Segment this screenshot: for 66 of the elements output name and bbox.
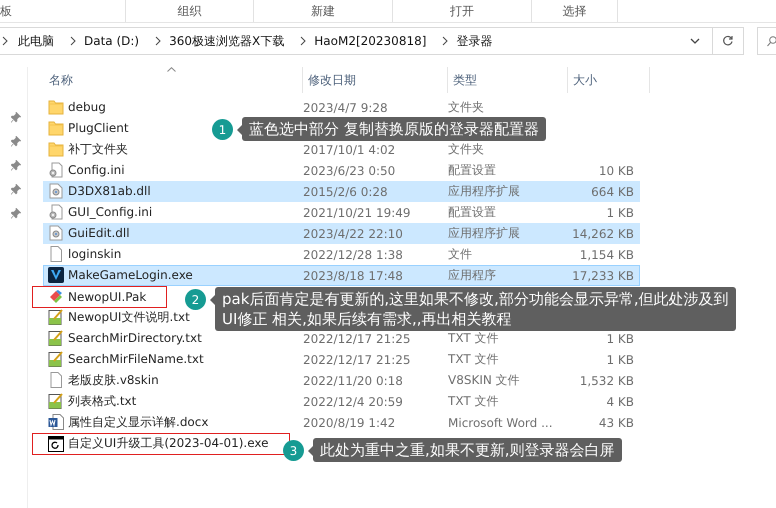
file-type: TXT 文件 xyxy=(448,394,498,408)
file-name: 补丁文件夹 xyxy=(68,140,128,158)
ribbon-group-label: 选择 xyxy=(562,2,586,20)
callout-text: pak后面肯定是有更新的,这里如果不修改,部分功能会显示异常,但此处涉及到 xyxy=(222,289,729,309)
file-name: 属性自定义显示详解.docx xyxy=(68,414,208,431)
modified-date: 2022/12/17 21:25 xyxy=(303,352,411,366)
modified-date: 2020/8/19 1:42 xyxy=(303,416,396,430)
step-number-badge: 2 xyxy=(185,289,206,310)
file-type: 配置设置 xyxy=(448,163,496,177)
step-number-badge: 3 xyxy=(283,440,304,461)
step-number-badge: 1 xyxy=(212,119,233,140)
file-type: 文件夹 xyxy=(448,100,484,114)
file-size: 14,262 KB xyxy=(572,226,634,240)
file-size: 17,233 KB xyxy=(572,268,634,282)
file-size: 664 KB xyxy=(591,184,634,198)
ribbon-group-label: 组织 xyxy=(178,2,202,20)
file-type: Microsoft Word ... xyxy=(448,416,553,430)
ribbon-group-label: 打开 xyxy=(450,2,474,20)
file-size: 1 KB xyxy=(606,352,634,366)
file-type: TXT 文件 xyxy=(448,331,498,345)
file-type: 应用程序扩展 xyxy=(448,226,520,240)
file-name: Config.ini xyxy=(68,163,125,178)
file-type: 文件夹 xyxy=(448,142,484,156)
file-size: 1,154 KB xyxy=(580,248,634,262)
modified-date: 2022/12/4 20:59 xyxy=(303,394,403,408)
file-type: 应用程序 xyxy=(448,268,496,282)
file-name: D3DX81ab.dll xyxy=(68,184,151,198)
file-name: SearchMirFileName.txt xyxy=(68,352,204,366)
file-name: 列表格式.txt xyxy=(68,392,136,410)
file-name: MakeGameLogin.exe xyxy=(68,268,193,282)
modified-date: 2023/4/7 9:28 xyxy=(303,100,388,114)
callout-text: 此处为重中之重,如果不更新,则登录器会白屏 xyxy=(320,440,615,460)
file-size: 1 KB xyxy=(606,332,634,346)
file-name: SearchMirDirectory.txt xyxy=(68,331,202,346)
file-name: 老版皮肤.v8skin xyxy=(68,372,159,389)
modified-date: 2017/10/1 4:02 xyxy=(303,142,396,156)
file-name: debug xyxy=(68,100,106,114)
file-size: 10 KB xyxy=(598,164,634,178)
modified-date: 2021/10/21 19:49 xyxy=(303,206,411,220)
file-name: GuiEdit.dll xyxy=(68,226,130,240)
file-name: NewopUI文件说明.txt xyxy=(68,308,190,326)
modified-date: 2022/12/17 21:25 xyxy=(303,332,411,346)
file-type: 配置设置 xyxy=(448,205,496,219)
modified-date: 2023/8/18 17:48 xyxy=(303,268,403,282)
ribbon-group-label: 板 xyxy=(0,2,12,20)
file-size: 4 KB xyxy=(606,394,634,408)
file-name: PlugClient xyxy=(68,121,129,136)
file-name: GUI_Config.ini xyxy=(68,205,152,220)
file-type: TXT 文件 xyxy=(448,352,498,366)
modified-date: 2023/4/22 22:10 xyxy=(303,226,403,240)
file-size: 1 KB xyxy=(606,206,634,220)
file-size: 43 KB xyxy=(598,416,634,430)
modified-date: 2023/6/23 0:50 xyxy=(303,164,396,178)
callout-text: UI修正 相关,如果后续有需求,,再出相关教程 xyxy=(222,309,512,329)
modified-date: 2022/11/20 0:18 xyxy=(303,374,403,388)
file-type: 文件 xyxy=(448,247,472,261)
file-type: 应用程序扩展 xyxy=(448,184,520,198)
modified-date: 2022/12/28 1:38 xyxy=(303,248,403,262)
modified-date: 2015/2/6 0:28 xyxy=(303,184,388,198)
file-name: 自定义UI升级工具(2023-04-01).exe xyxy=(68,435,269,452)
file-size: 1,532 KB xyxy=(580,374,634,388)
ribbon-group-label: 新建 xyxy=(311,2,335,20)
file-name: loginskin xyxy=(68,247,122,262)
callout-text: 蓝色选中部分 复制替换原版的登录器配置器 xyxy=(249,119,539,139)
file-name: NewopUI.Pak xyxy=(68,290,146,304)
file-type: V8SKIN 文件 xyxy=(448,373,520,387)
